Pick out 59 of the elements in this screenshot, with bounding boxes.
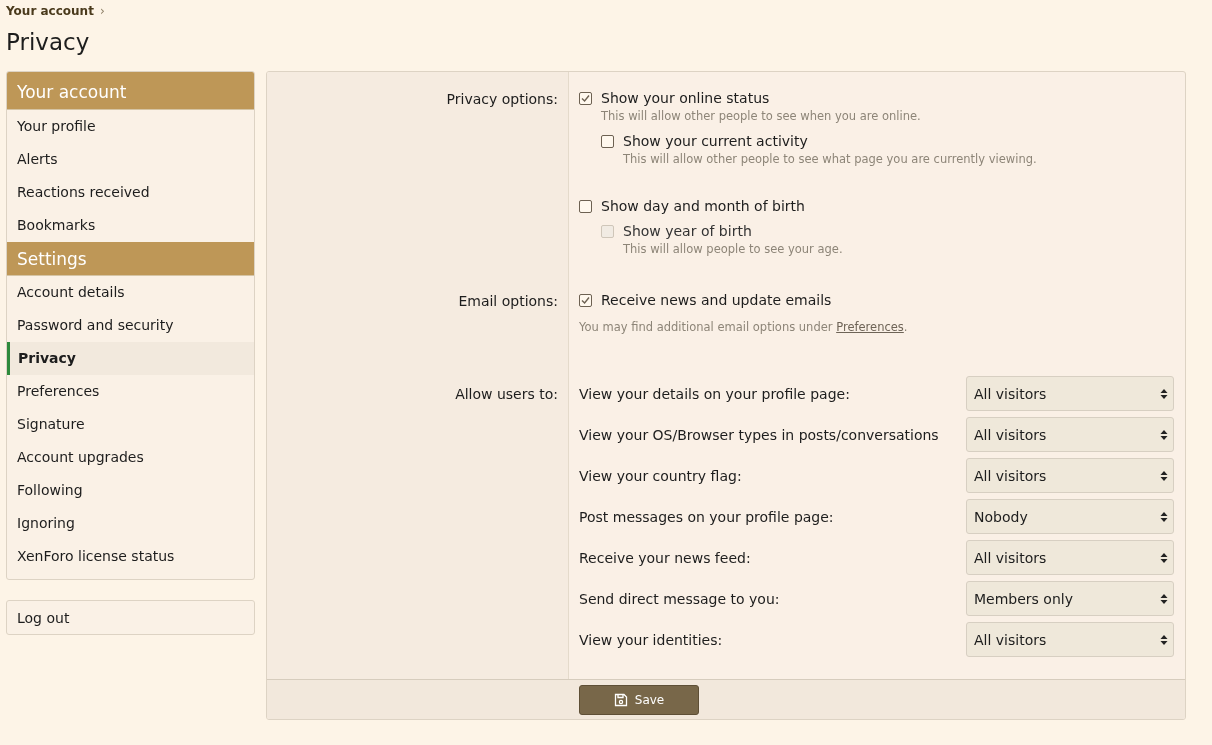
logout-link[interactable]: Log out: [6, 600, 255, 635]
sidebar-item[interactable]: Reactions received: [7, 176, 254, 209]
updown-arrows-icon: [1160, 633, 1168, 646]
updown-arrows-icon: [1160, 551, 1168, 564]
permission-select[interactable]: All visitors: [966, 458, 1174, 493]
sidebar-item[interactable]: Password and security: [7, 309, 254, 342]
permission-label: Post messages on your profile page:: [579, 508, 834, 525]
permission-label: View your identities:: [579, 631, 723, 648]
option-hint: This will allow other people to see what page you are currently viewing.: [623, 152, 1038, 166]
option-hint: This will allow people to see your age.: [623, 242, 844, 256]
permission-label: View your details on your profile page:: [579, 385, 850, 402]
updown-arrows-icon: [1160, 469, 1168, 482]
permission-select[interactable]: Nobody: [966, 499, 1174, 534]
breadcrumb-link[interactable]: Your account: [6, 3, 94, 18]
sidebar-item[interactable]: Account details: [7, 276, 254, 309]
email-note: You may find additional email options under Preferences.: [579, 320, 909, 334]
sidebar-item[interactable]: Following: [7, 474, 254, 507]
save-button[interactable]: Save: [579, 684, 699, 715]
sidebar-item[interactable]: Alerts: [7, 143, 254, 176]
updown-arrows-icon: [1160, 510, 1168, 523]
sidebar-item[interactable]: Privacy: [7, 342, 254, 375]
permission-label: View your country flag:: [579, 467, 742, 484]
permission-label: Send direct message to you:: [579, 590, 780, 607]
permission-select[interactable]: All visitors: [966, 540, 1174, 575]
save-icon: [613, 692, 628, 707]
permission-select[interactable]: All visitors: [966, 376, 1174, 411]
permission-label: View your OS/Browser types in posts/conversations: [579, 426, 939, 443]
sidebar-item[interactable]: Preferences: [7, 375, 254, 408]
checkbox-label: Show your online status: [601, 90, 770, 106]
preferences-link[interactable]: Preferences: [836, 320, 904, 334]
checkbox[interactable]: [579, 199, 592, 213]
sidebar-item[interactable]: Bookmarks: [7, 209, 254, 242]
checkbox[interactable]: [579, 91, 592, 105]
option-hint: This will allow other people to see when you are online.: [601, 109, 922, 123]
permission-label: Receive your news feed:: [579, 549, 751, 566]
sidebar-item[interactable]: Ignoring: [7, 507, 254, 540]
sidebar-item[interactable]: Signature: [7, 408, 254, 441]
sidebar-item[interactable]: XenForo license status: [7, 540, 254, 573]
updown-arrows-icon: [1160, 592, 1168, 605]
permission-select[interactable]: All visitors: [966, 417, 1174, 452]
checkbox[interactable]: [579, 293, 592, 307]
checkbox-label: Show your current activity: [623, 133, 808, 149]
sidebar-item[interactable]: Account upgrades: [7, 441, 254, 474]
page-title: Privacy: [6, 28, 91, 56]
updown-arrows-icon: [1160, 428, 1168, 441]
updown-arrows-icon: [1160, 387, 1168, 400]
field-label: Allow users to:: [455, 386, 558, 402]
sidebar-heading: Settings: [7, 242, 254, 276]
sidebar-item[interactable]: Your profile: [7, 110, 254, 143]
checkbox-label: Show day and month of birth: [601, 198, 805, 214]
checkbox-label: Receive news and update emails: [601, 292, 832, 308]
permission-select[interactable]: Members only: [966, 581, 1174, 616]
breadcrumb-separator: ›: [99, 3, 105, 18]
field-label: Email options:: [458, 293, 558, 309]
checkbox-label: Show year of birth: [623, 223, 752, 239]
checkbox[interactable]: [601, 134, 614, 148]
field-label: Privacy options:: [446, 91, 558, 107]
permission-select[interactable]: All visitors: [966, 622, 1174, 657]
sidebar-heading: Your account: [7, 72, 254, 110]
